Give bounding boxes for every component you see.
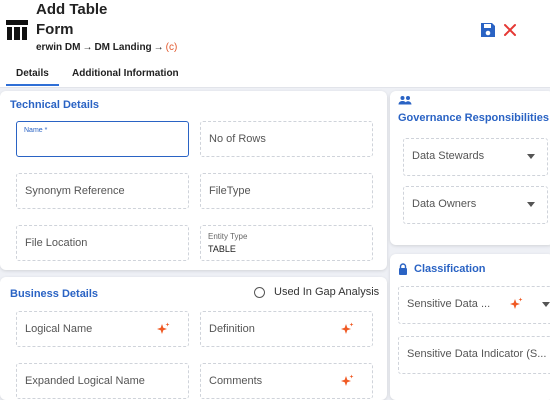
classification-card	[390, 254, 550, 400]
logical-name-field[interactable]: Logical Name	[16, 311, 189, 347]
name-field-label: Name *	[24, 127, 48, 134]
no-of-rows-field[interactable]: No of Rows	[200, 121, 373, 157]
file-location-field[interactable]: File Location	[16, 225, 189, 261]
entity-type-field: Entity Type TABLE	[200, 225, 373, 261]
name-field[interactable]: Name *	[16, 121, 189, 157]
classification-title: Classification	[414, 263, 486, 275]
comments-field[interactable]: Comments	[200, 363, 373, 399]
ai-sparkle-icon[interactable]	[509, 297, 523, 311]
synonym-reference-field[interactable]: Synonym Reference	[16, 173, 189, 209]
tab-bar: Details Additional Information	[0, 64, 550, 88]
people-icon	[398, 96, 412, 105]
table-icon	[6, 20, 28, 40]
technical-details-title: Technical Details	[10, 99, 100, 111]
chevron-down-icon	[527, 154, 535, 159]
breadcrumb-suffix: (c)	[165, 42, 178, 53]
radio-label: Used In Gap Analysis	[274, 286, 380, 298]
tab-additional-information[interactable]: Additional Information	[72, 68, 179, 79]
sensitive-data-select[interactable]: Sensitive Data ...	[398, 286, 550, 324]
expanded-logical-name-field[interactable]: Expanded Logical Name	[16, 363, 189, 399]
breadcrumb-root[interactable]: erwin DM	[36, 42, 80, 53]
close-icon[interactable]	[502, 22, 518, 38]
data-owners-select[interactable]: Data Owners	[403, 186, 548, 224]
lock-icon	[399, 263, 407, 275]
page-title: Add Table Form	[36, 1, 108, 38]
ai-sparkle-icon[interactable]	[340, 322, 354, 336]
radio-button[interactable]	[254, 287, 265, 298]
breadcrumb-page[interactable]: DM Landing	[94, 42, 151, 53]
governance-title: Governance Responsibilities	[398, 112, 549, 124]
save-icon[interactable]	[480, 22, 496, 38]
tab-details[interactable]: Details	[6, 68, 59, 86]
chevron-down-icon	[542, 302, 550, 307]
data-stewards-select[interactable]: Data Stewards	[403, 138, 548, 176]
filetype-field[interactable]: FileType	[200, 173, 373, 209]
ai-sparkle-icon[interactable]	[156, 322, 170, 336]
ai-sparkle-icon[interactable]	[340, 374, 354, 388]
breadcrumb: erwin DM → DM Landing → (c)	[36, 42, 178, 53]
form-header: Add Table Form erwin DM → DM Landing → (c)	[0, 0, 550, 64]
business-details-title: Business Details	[10, 288, 99, 300]
definition-field[interactable]: Definition	[200, 311, 373, 347]
sensitive-data-indicator-field[interactable]: Sensitive Data Indicator (S...	[398, 336, 550, 374]
chevron-down-icon	[527, 202, 535, 207]
